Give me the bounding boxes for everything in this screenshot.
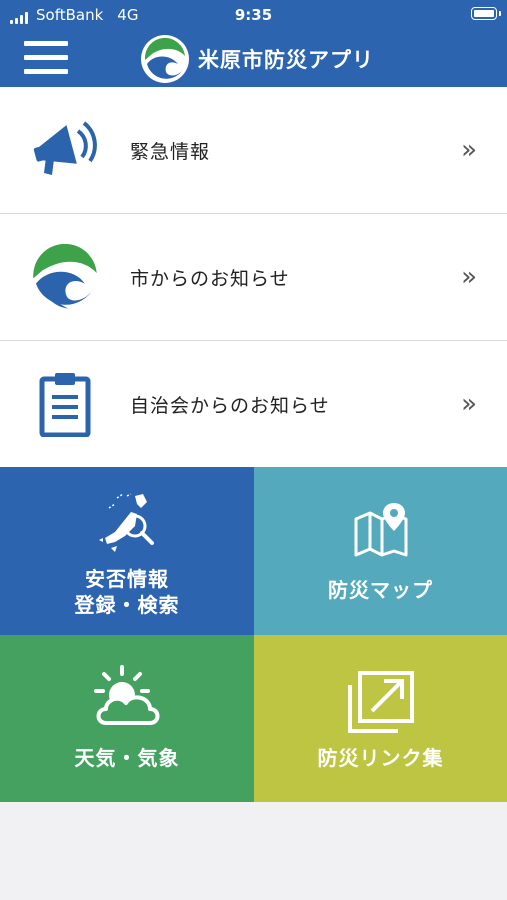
hamburger-menu-button[interactable] [24,41,68,75]
tile-label: 防災リンク集 [317,746,444,770]
weather-sun-cloud-icon [94,665,160,725]
map-pin-icon [354,503,408,557]
tile-disaster-links[interactable]: 防災リンク集 [254,635,507,802]
tile-weather[interactable]: 天気・気象 [0,635,254,802]
menu-item-emergency[interactable]: 緊急情報 » [0,87,507,214]
menu-item-label: 自治会からのお知らせ [130,394,330,417]
app-title-text: 米原市防災アプリ [198,48,374,72]
menu-item-label: 市からのお知らせ [130,267,290,290]
tile-disaster-map[interactable]: 防災マップ [254,467,507,635]
menu-item-label: 緊急情報 [130,140,211,163]
menu-item-city-news[interactable]: 市からのお知らせ » [0,214,507,341]
tile-label: 安否情報 登録・検索 [0,566,254,618]
menu-item-association-news[interactable]: 自治会からのお知らせ » [0,341,507,467]
footer-empty-area [0,802,507,900]
chevron-double-right-icon: » [461,135,477,165]
city-logo-icon [30,242,100,312]
app-title: 米原市防災アプリ [140,34,374,84]
clock: 9:35 [234,6,273,24]
tile-label: 天気・気象 [74,746,180,770]
city-logo-icon [141,35,189,83]
tile-label: 防災マップ [328,578,433,602]
tile-safety-info[interactable]: 安否情報 登録・検索 [0,467,254,635]
chevron-double-right-icon: » [461,262,477,292]
chevron-double-right-icon: » [461,389,477,419]
japan-map-search-icon [99,493,154,552]
battery-icon [471,7,501,20]
clipboard-icon [30,369,100,439]
external-link-icon [348,671,414,733]
header-bar: 米原市防災アプリ [0,30,507,87]
tile-label-line2: 登録・検索 [74,593,180,617]
status-bar: SoftBank 4G 9:35 [0,0,507,30]
tile-label-line1: 安否情報 [85,567,169,591]
megaphone-icon [30,115,100,185]
